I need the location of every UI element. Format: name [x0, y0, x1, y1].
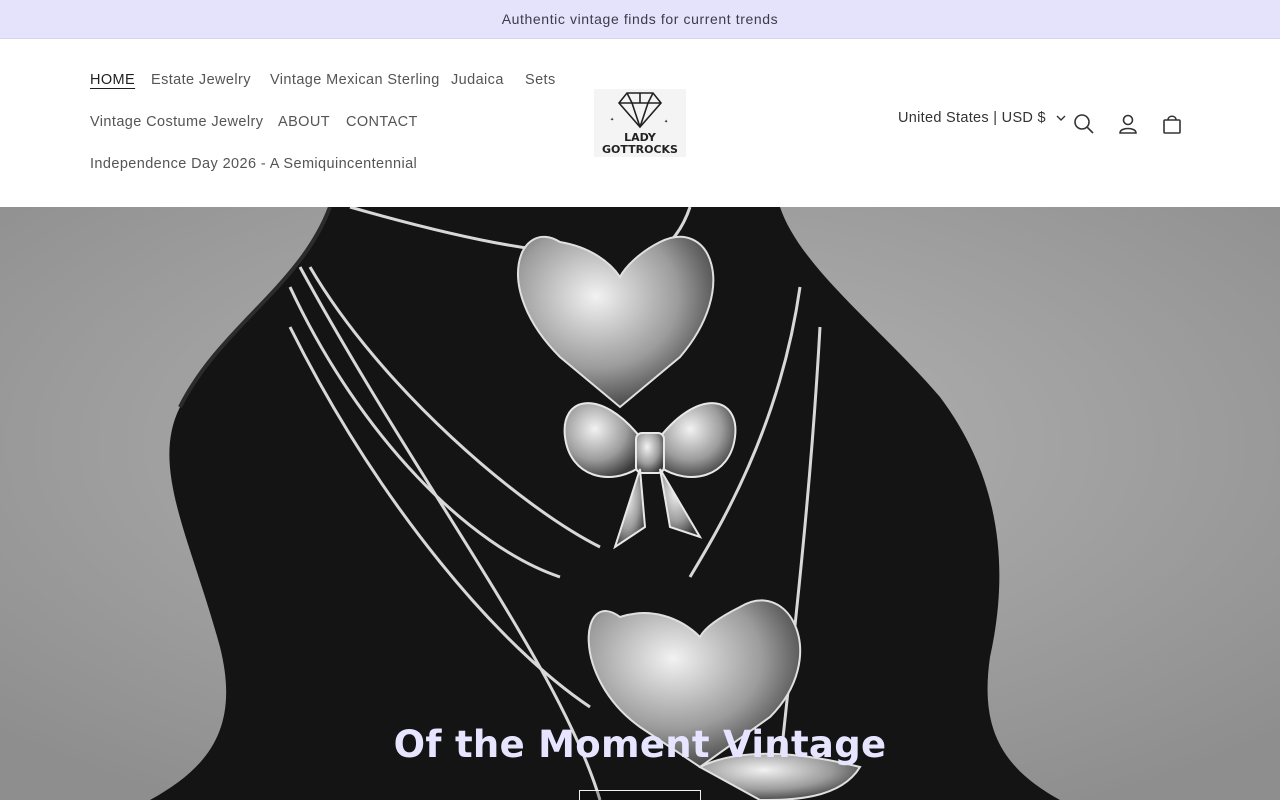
hero-title: Of the Moment Vintage [393, 723, 887, 766]
svg-text:✦: ✦ [664, 119, 668, 125]
brand-logo[interactable]: ✦ ✦ LADY GOTTROCKS [594, 89, 686, 157]
nav-item-contact[interactable]: CONTACT [346, 114, 418, 130]
search-icon [1074, 114, 1094, 134]
nav-item-home[interactable]: HOME [90, 72, 135, 88]
nav-item-judaica[interactable]: Judaica [451, 72, 504, 88]
logo-line2: GOTTROCKS [602, 143, 678, 156]
announcement-bar: Authentic vintage finds for current tren… [0, 0, 1280, 39]
country-selector[interactable]: United States | USD $ [898, 110, 1066, 126]
hero-cta-button[interactable] [579, 790, 701, 800]
account-icon [1119, 114, 1137, 134]
nav-item-vintage-costume-jewelry[interactable]: Vintage Costume Jewelry [90, 114, 263, 130]
svg-text:✦: ✦ [610, 117, 614, 123]
nav-item-estate-jewelry[interactable]: Estate Jewelry [151, 72, 251, 88]
site-header: HOME Estate Jewelry Vintage Mexican Ster… [0, 39, 1280, 207]
cart-icon [1163, 115, 1181, 134]
nav-item-sets[interactable]: Sets [525, 72, 556, 88]
necklace-bust-image [0, 207, 1280, 800]
hero-banner: Of the Moment Vintage [0, 207, 1280, 800]
country-selector-label: United States | USD $ [898, 110, 1046, 126]
nav-item-about[interactable]: ABOUT [278, 114, 330, 130]
nav-item-vintage-mexican-sterling[interactable]: Vintage Mexican Sterling [270, 72, 440, 88]
chevron-down-icon [1056, 115, 1066, 121]
announcement-text: Authentic vintage finds for current tren… [501, 11, 779, 27]
search-button[interactable] [1067, 107, 1101, 141]
cart-button[interactable] [1155, 107, 1189, 141]
account-button[interactable] [1111, 107, 1145, 141]
nav-item-independence-day[interactable]: Independence Day 2026 - A Semiquincenten… [90, 156, 417, 172]
